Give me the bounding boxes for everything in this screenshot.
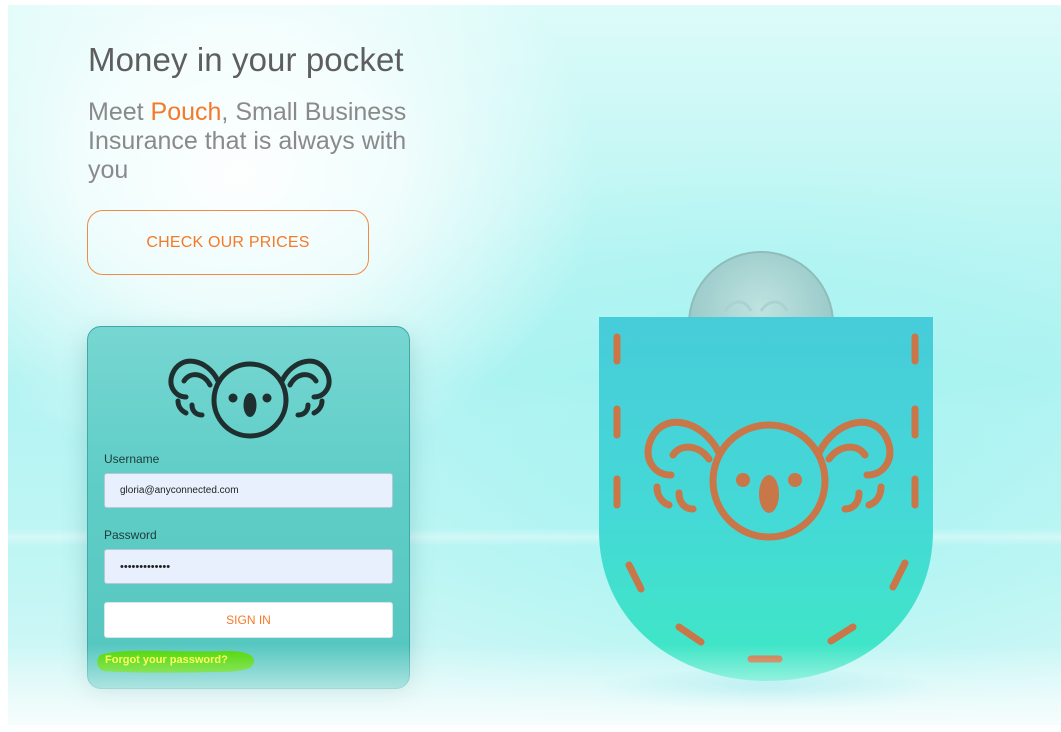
login-card: Username Password SIGN IN Forgot your pa… <box>87 326 410 689</box>
hero-section: Money in your pocket Meet Pouch, Small B… <box>8 5 1061 725</box>
hero-subline: Meet Pouch, Small Business Insurance tha… <box>88 98 418 185</box>
username-input[interactable] <box>104 473 393 508</box>
password-label: Password <box>104 528 157 542</box>
sign-in-button[interactable]: SIGN IN <box>104 602 393 638</box>
password-input[interactable] <box>104 549 393 584</box>
page: Money in your pocket Meet Pouch, Small B… <box>0 0 1061 732</box>
hero-headline: Money in your pocket <box>88 41 404 78</box>
koala-icon <box>168 358 332 439</box>
forgot-password-link[interactable]: Forgot your password? <box>105 654 228 666</box>
username-label: Username <box>104 452 160 466</box>
pocket-coin-koala-illustration <box>593 251 943 711</box>
subline-prefix: Meet <box>88 98 151 126</box>
check-prices-button[interactable]: CHECK OUR PRICES <box>87 210 369 275</box>
forgot-password-area: Forgot your password? <box>96 649 256 673</box>
brand-name: Pouch <box>150 98 222 126</box>
